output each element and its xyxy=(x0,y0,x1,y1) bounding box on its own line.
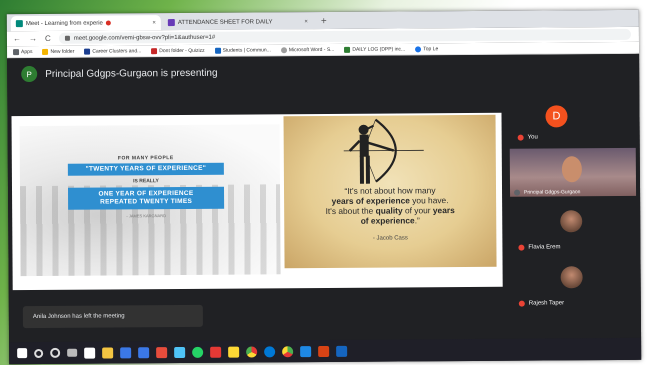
task-view-icon[interactable] xyxy=(67,348,78,357)
new-tab-button[interactable]: + xyxy=(315,14,333,29)
forms-favicon-icon xyxy=(167,19,175,27)
participant-label: Rajesh Taper xyxy=(518,300,565,307)
lock-icon xyxy=(64,35,70,41)
folder-icon xyxy=(42,48,49,55)
slide-text: FOR MANY PEOPLE xyxy=(117,155,174,162)
apps-icon xyxy=(13,48,20,55)
bookmark-item[interactable]: Apps xyxy=(13,49,32,55)
sheets-icon xyxy=(344,46,351,53)
participant-label: Principal Gdgps-Gurgaon xyxy=(514,189,581,196)
bookmark-icon xyxy=(84,48,91,55)
folder-icon[interactable] xyxy=(102,346,114,359)
windows-taskbar xyxy=(9,337,642,365)
photo-background: Meet - Learning from experie × ATTENDANC… xyxy=(0,0,654,365)
store-icon[interactable] xyxy=(84,347,96,359)
meet-stage: P Principal Gdgps-Gurgaon is presenting … xyxy=(7,53,642,343)
back-button[interactable]: ← xyxy=(13,34,21,43)
mic-off-icon xyxy=(518,244,525,251)
teams-icon xyxy=(214,47,221,54)
slide-highlight: "TWENTY YEARS OF EXPERIENCE" xyxy=(67,162,224,176)
presenter-banner: P Principal Gdgps-Gurgaon is presenting xyxy=(21,65,218,83)
participant-photo[interactable] xyxy=(560,210,583,233)
meet-favicon-icon xyxy=(15,20,23,28)
bookmark-item[interactable]: Dont folder - Quizizz xyxy=(151,47,205,54)
bookmark-item[interactable]: Career Clusters and... xyxy=(84,48,141,55)
cortana-icon[interactable] xyxy=(50,347,61,358)
participant-photo[interactable] xyxy=(560,266,583,289)
quote-author: - Jacob Cass xyxy=(372,235,408,242)
bookmark-item[interactable]: New folder xyxy=(42,48,74,55)
participant-name: You xyxy=(527,134,538,141)
bookmark-item[interactable]: Microsoft Word - S... xyxy=(280,46,334,53)
edge-icon[interactable] xyxy=(264,345,276,357)
weather-icon[interactable] xyxy=(174,346,186,358)
reload-button[interactable]: C xyxy=(45,34,51,43)
powerpoint-icon[interactable] xyxy=(318,345,330,357)
tab-attendance[interactable]: ATTENDANCE SHEET FOR DAILY × xyxy=(162,14,313,31)
whatsapp-icon[interactable] xyxy=(192,346,204,358)
mic-off-icon xyxy=(517,134,524,141)
quote-text: “It's not about how many years of experi… xyxy=(325,185,455,226)
participant-face xyxy=(561,156,582,183)
tab-meet[interactable]: Meet - Learning from experie × xyxy=(10,15,161,32)
slide-text: IS REALLY xyxy=(133,178,159,185)
photos-icon[interactable] xyxy=(138,346,150,358)
calendar-icon[interactable] xyxy=(210,346,222,358)
participant-name: Principal Gdgps-Gurgaon xyxy=(524,189,581,196)
bookmark-item[interactable]: DAILY LOG (DPP) inc... xyxy=(344,46,405,53)
word-icon[interactable] xyxy=(336,345,348,357)
windows-start-icon[interactable] xyxy=(17,348,28,359)
avatar: D xyxy=(545,105,568,128)
crowd-image: FOR MANY PEOPLE "TWENTY YEARS OF EXPERIE… xyxy=(19,124,281,277)
url-text: meet.google.com/vemi-gbsw-ovv?pli=1&auth… xyxy=(73,34,216,42)
mic-off-icon xyxy=(518,300,525,307)
participant-label: Flavia Erem xyxy=(518,244,561,251)
close-tab-icon[interactable]: × xyxy=(304,19,308,25)
bookmark-item[interactable]: Top Le xyxy=(415,46,438,52)
bookmark-icon xyxy=(415,45,422,52)
mail-icon[interactable] xyxy=(120,346,132,358)
office-icon[interactable] xyxy=(156,346,168,358)
chrome-icon[interactable] xyxy=(246,345,258,358)
participant-name: Rajesh Taper xyxy=(528,300,565,307)
bookmark-item[interactable]: Students | Commun... xyxy=(214,47,271,54)
monitor-screen: Meet - Learning from experie × ATTENDANC… xyxy=(6,9,642,365)
search-icon[interactable] xyxy=(34,348,44,358)
notification-toast: Anila Johnson has left the meeting xyxy=(22,304,203,329)
close-tab-icon[interactable]: × xyxy=(152,20,156,26)
recording-dot-icon xyxy=(105,20,111,26)
parchment-quote: “It's not about how many years of experi… xyxy=(283,114,497,269)
movies-icon[interactable] xyxy=(300,345,312,357)
quizizz-icon xyxy=(151,47,158,54)
presenter-text: Principal Gdgps-Gurgaon is presenting xyxy=(45,67,218,80)
participant-label: You xyxy=(517,134,538,141)
archer-illustration xyxy=(343,118,424,184)
forward-button[interactable]: → xyxy=(29,34,37,43)
mic-icon xyxy=(514,189,521,196)
globe-icon xyxy=(280,46,287,53)
avatar: P xyxy=(21,65,38,83)
chrome-icon[interactable] xyxy=(282,345,294,357)
slide-highlight: ONE YEAR OF EXPERIENCE REPEATED TWENTY T… xyxy=(67,186,225,210)
participant-name: Flavia Erem xyxy=(528,244,561,251)
tab-label: ATTENDANCE SHEET FOR DAILY xyxy=(177,18,273,26)
shared-slide: FOR MANY PEOPLE "TWENTY YEARS OF EXPERIE… xyxy=(11,112,503,291)
notes-icon[interactable] xyxy=(228,346,240,358)
tab-label: Meet - Learning from experie xyxy=(25,20,103,27)
